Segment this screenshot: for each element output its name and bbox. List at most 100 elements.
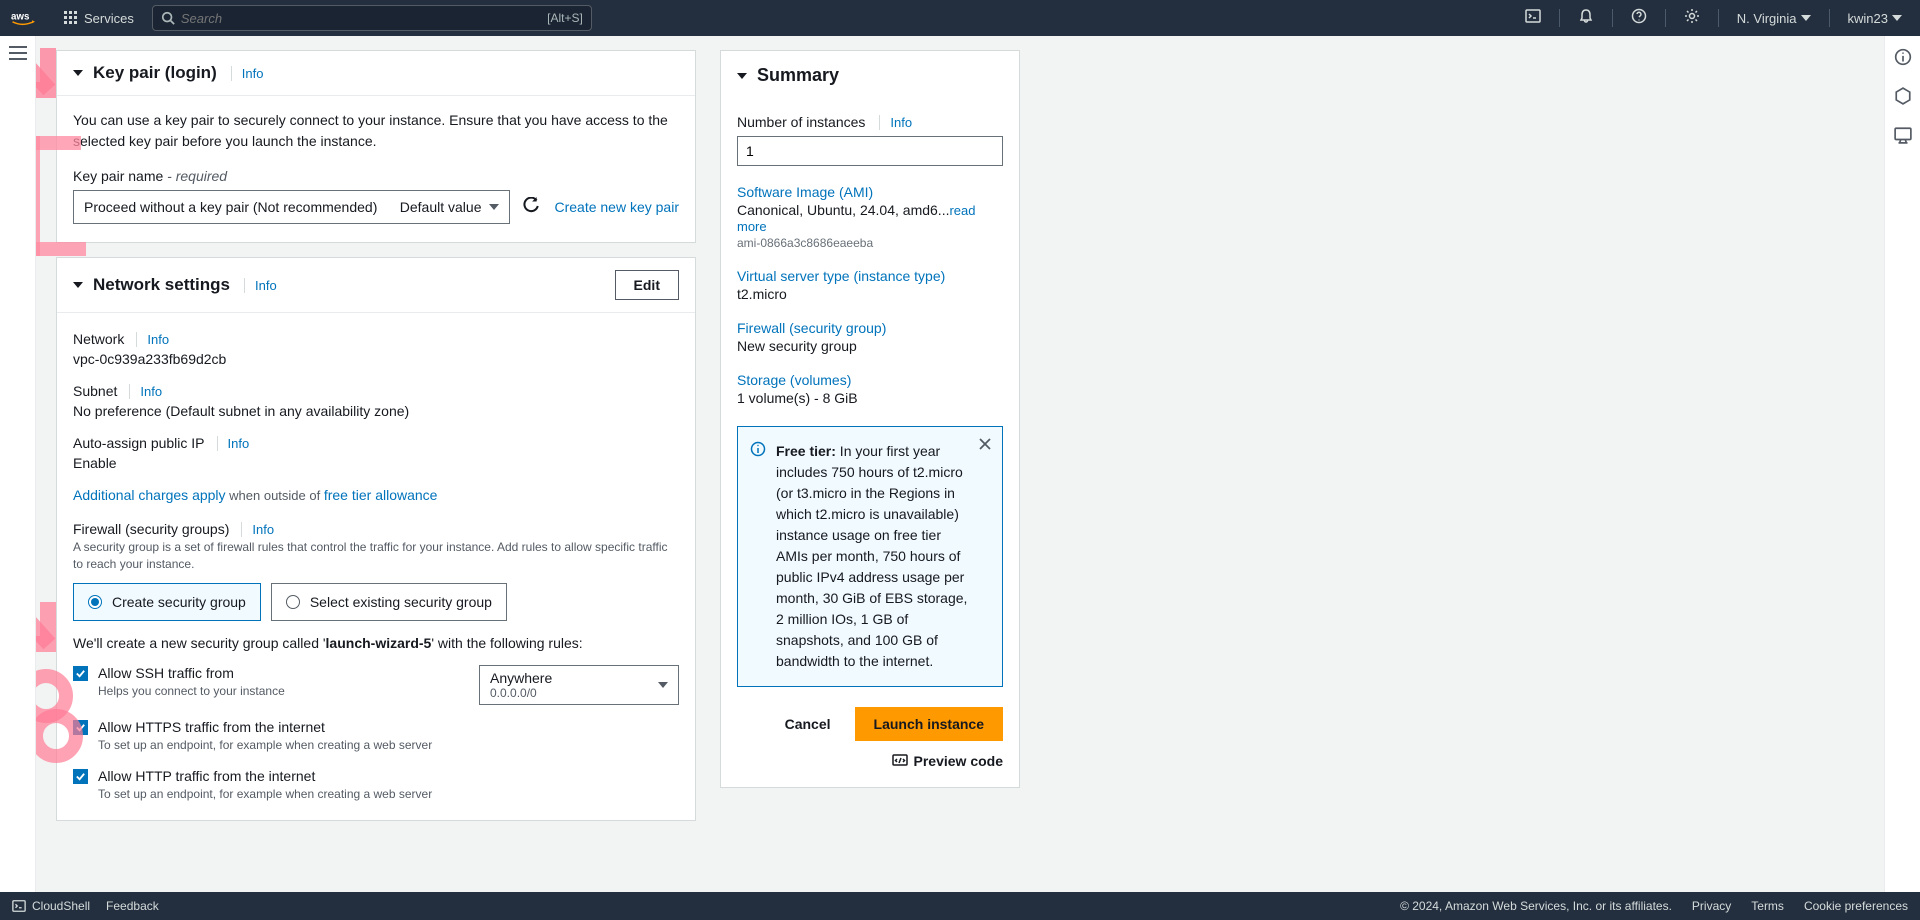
- keypair-select[interactable]: Proceed without a key pair (Not recommen…: [73, 190, 510, 224]
- keypair-title: Key pair (login): [93, 63, 217, 83]
- terms-link[interactable]: Terms: [1751, 899, 1784, 913]
- hamburger-icon[interactable]: [9, 46, 27, 892]
- network-field-label: Network Info: [73, 331, 679, 347]
- additional-charges-link[interactable]: Additional charges apply: [73, 487, 226, 503]
- aws-logo[interactable]: aws: [8, 9, 44, 27]
- search-input[interactable]: [175, 11, 547, 26]
- charges-note: Additional charges apply when outside of…: [73, 487, 679, 505]
- cancel-button[interactable]: Cancel: [775, 708, 841, 740]
- bottom-bar: CloudShell Feedback © 2024, Amazon Web S…: [0, 892, 1920, 920]
- storage-link[interactable]: Storage (volumes): [737, 372, 1003, 388]
- free-tier-info: Free tier: In your first year includes 7…: [737, 426, 1003, 687]
- freetier-link[interactable]: free tier allowance: [324, 487, 438, 503]
- ami-link[interactable]: Software Image (AMI): [737, 184, 1003, 200]
- network-info-link[interactable]: Info: [136, 332, 169, 347]
- cloudshell-icon[interactable]: [1525, 8, 1541, 29]
- network-info-link[interactable]: Info: [244, 278, 277, 293]
- search-wrap: [Alt+S]: [152, 5, 592, 31]
- hexagon-icon[interactable]: [1894, 87, 1912, 110]
- radio-existing-sg[interactable]: Select existing security group: [271, 583, 507, 621]
- ssh-source-select[interactable]: Anywhere 0.0.0.0/0: [479, 665, 679, 705]
- network-panel: Network settings Info Edit Network Info …: [56, 257, 696, 821]
- firewall-info-link[interactable]: Info: [241, 522, 274, 537]
- subnet-value: No preference (Default subnet in any ava…: [73, 403, 679, 419]
- num-instances-input[interactable]: [737, 136, 1003, 166]
- https-help: To set up an endpoint, for example when …: [98, 737, 432, 754]
- firewall-link[interactable]: Firewall (security group): [737, 320, 1003, 336]
- firewall-help: A security group is a set of firewall ru…: [73, 539, 679, 573]
- notifications-icon[interactable]: [1578, 8, 1594, 29]
- cloudshell-button[interactable]: CloudShell: [12, 899, 90, 913]
- cookie-link[interactable]: Cookie preferences: [1804, 899, 1908, 913]
- services-menu[interactable]: Services: [56, 5, 142, 32]
- network-value: vpc-0c939a233fb69d2cb: [73, 351, 679, 367]
- chevron-down-icon: [1801, 15, 1811, 21]
- refresh-icon[interactable]: [522, 197, 542, 217]
- subnet-label: Subnet Info: [73, 383, 679, 399]
- network-title: Network settings: [93, 275, 230, 295]
- keypair-info-link[interactable]: Info: [231, 66, 264, 81]
- create-keypair-link[interactable]: Create new key pair: [554, 199, 679, 215]
- topbar-right: N. Virginia kwin23: [1525, 8, 1902, 29]
- page-scroll[interactable]: Key pair (login) Info You can use a key …: [36, 36, 1884, 892]
- autoip-value: Enable: [73, 455, 679, 471]
- free-tier-text: Free tier: In your first year includes 7…: [776, 441, 988, 672]
- autoip-info-link[interactable]: Info: [217, 436, 250, 451]
- info-icon: [750, 441, 766, 672]
- keypair-selected-value: Proceed without a key pair (Not recommen…: [84, 199, 377, 215]
- radio-create-sg[interactable]: Create security group: [73, 583, 261, 621]
- keypair-description: You can use a key pair to securely conne…: [73, 110, 679, 152]
- keypair-name-label: Key pair name - required: [73, 168, 679, 184]
- chevron-down-icon: [658, 682, 668, 688]
- caret-down-icon: [73, 70, 83, 76]
- checkbox-https[interactable]: [73, 720, 88, 735]
- https-label: Allow HTTPS traffic from the internet: [98, 719, 432, 735]
- sg-create-note: We'll create a new security group called…: [73, 635, 679, 651]
- right-rail: [1884, 36, 1920, 892]
- region-selector[interactable]: N. Virginia: [1737, 11, 1811, 26]
- keypair-panel: Key pair (login) Info You can use a key …: [56, 50, 696, 243]
- preview-code-button[interactable]: Preview code: [737, 753, 1003, 769]
- launch-instance-button[interactable]: Launch instance: [855, 707, 1003, 741]
- user-menu[interactable]: kwin23: [1848, 11, 1902, 26]
- checkbox-http[interactable]: [73, 769, 88, 784]
- summary-title: Summary: [757, 65, 839, 86]
- num-instances-label: Number of instances Info: [737, 114, 1003, 130]
- allow-http-row: Allow HTTP traffic from the internet To …: [73, 768, 679, 803]
- storage-value: 1 volume(s) - 8 GiB: [737, 390, 1003, 406]
- search-icon: [161, 11, 175, 25]
- copyright: © 2024, Amazon Web Services, Inc. or its…: [1400, 899, 1672, 913]
- instance-type-link[interactable]: Virtual server type (instance type): [737, 268, 1003, 284]
- subnet-info-link[interactable]: Info: [129, 384, 162, 399]
- privacy-link[interactable]: Privacy: [1692, 899, 1731, 913]
- keypair-header[interactable]: Key pair (login) Info: [57, 51, 695, 96]
- firewall-value: New security group: [737, 338, 1003, 354]
- feedback-link[interactable]: Feedback: [106, 899, 159, 913]
- codewhisperer-icon[interactable]: [1894, 126, 1912, 149]
- ami-id: ami-0866a3c8686eaeeba: [737, 236, 1003, 250]
- ssh-label: Allow SSH traffic from: [98, 665, 285, 681]
- info-panel-icon[interactable]: [1894, 48, 1912, 71]
- caret-down-icon: [737, 73, 747, 79]
- num-info-link[interactable]: Info: [879, 115, 912, 130]
- svg-text:aws: aws: [11, 12, 30, 23]
- settings-icon[interactable]: [1684, 8, 1700, 29]
- services-label: Services: [84, 11, 134, 26]
- summary-panel: Summary Number of instances Info Softwar…: [720, 50, 1020, 788]
- chevron-down-icon: [489, 204, 499, 210]
- edit-button[interactable]: Edit: [615, 270, 679, 300]
- search-box[interactable]: [Alt+S]: [152, 5, 592, 31]
- ssh-help: Helps you connect to your instance: [98, 683, 285, 700]
- search-shortcut: [Alt+S]: [547, 11, 583, 25]
- instance-type-value: t2.micro: [737, 286, 1003, 302]
- left-rail: [0, 36, 36, 892]
- summary-header[interactable]: Summary: [721, 51, 1019, 100]
- close-icon[interactable]: [978, 437, 992, 454]
- checkbox-ssh[interactable]: [73, 666, 88, 681]
- firewall-label: Firewall (security groups) Info: [73, 521, 679, 537]
- top-nav: aws Services [Alt+S] N. Virginia kwin23: [0, 0, 1920, 36]
- help-icon[interactable]: [1631, 8, 1647, 29]
- network-header[interactable]: Network settings Info Edit: [57, 258, 695, 313]
- allow-ssh-row: Allow SSH traffic from Helps you connect…: [73, 665, 679, 705]
- autoip-label: Auto-assign public IP Info: [73, 435, 679, 451]
